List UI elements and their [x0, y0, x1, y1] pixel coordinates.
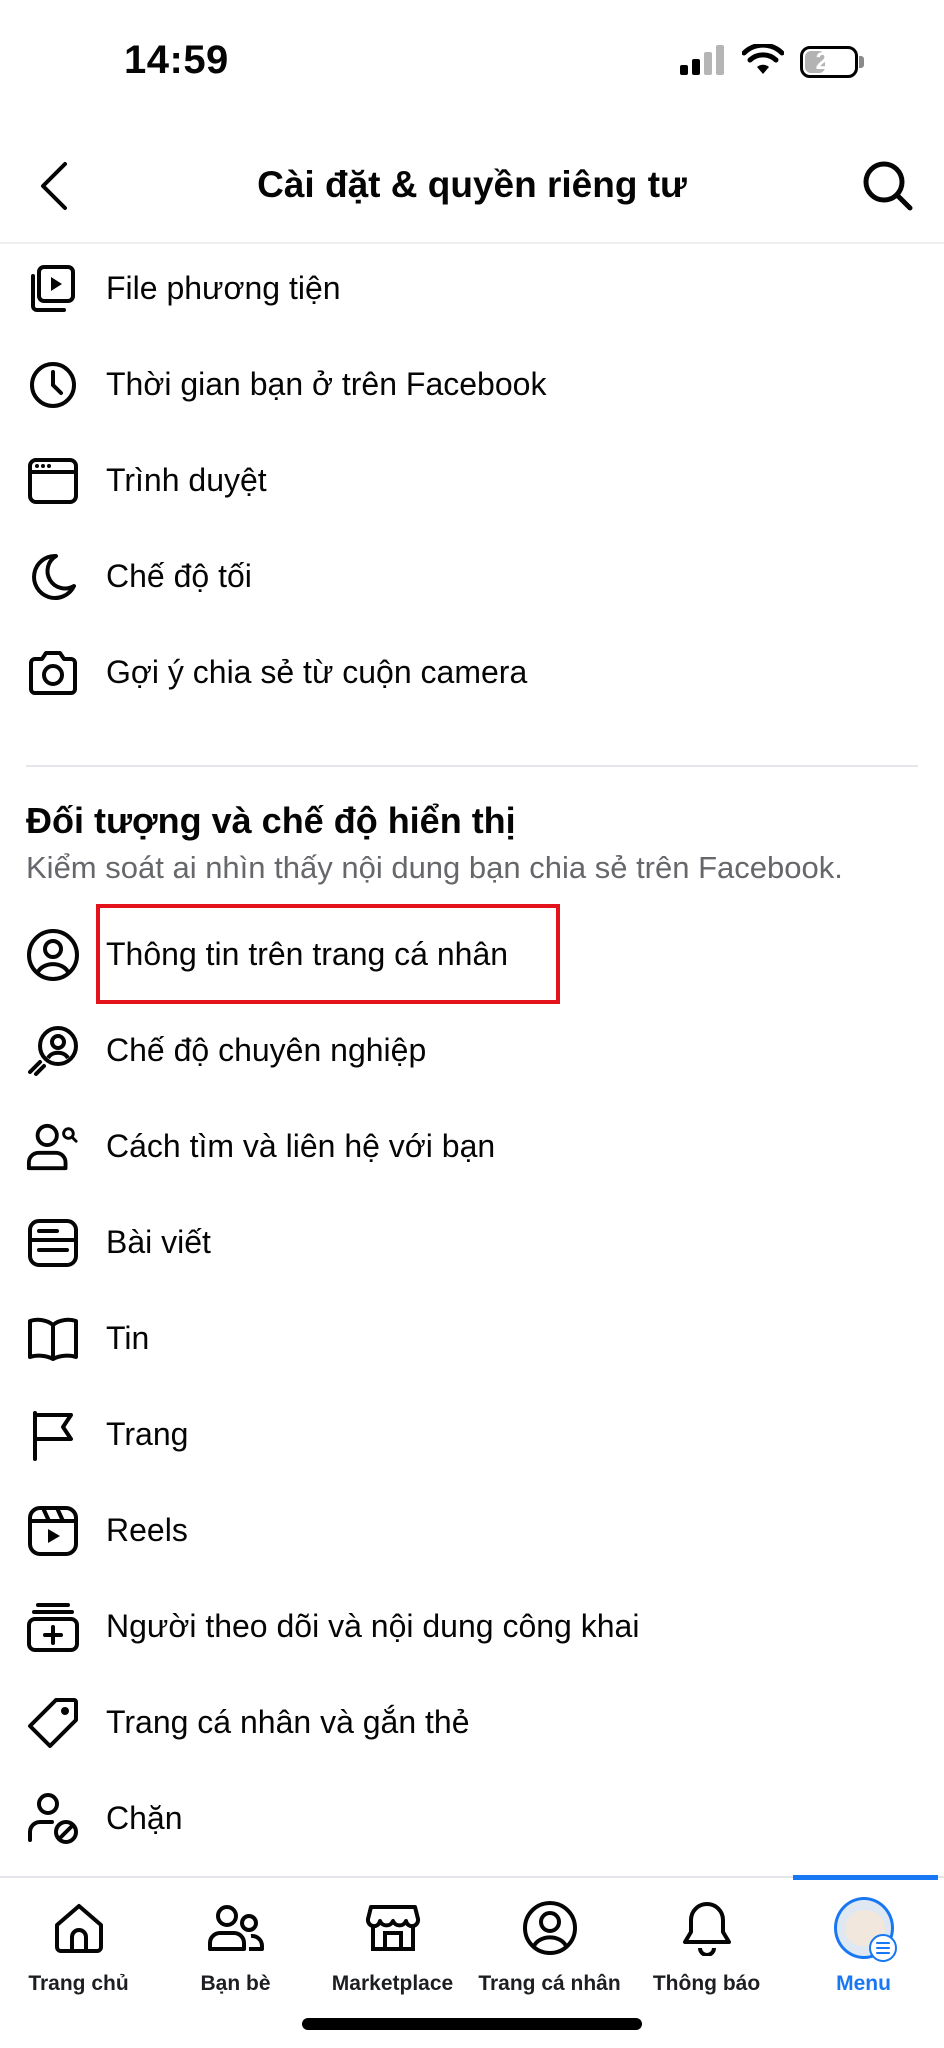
tab-notifications[interactable]: Thông báo	[628, 1878, 785, 2008]
settings-item-stories[interactable]: Tin	[0, 1290, 944, 1386]
book-icon	[26, 1312, 80, 1366]
browser-icon	[26, 454, 80, 508]
menu-badge-icon	[868, 1934, 897, 1962]
settings-item-label: Tin	[106, 1320, 150, 1356]
wifi-icon	[741, 42, 785, 81]
settings-item-pages[interactable]: Trang	[0, 1386, 944, 1482]
highlight-box	[96, 904, 560, 1004]
settings-item-label: Gợi ý chia sẻ từ cuộn camera	[106, 654, 528, 690]
settings-item-blocking[interactable]: Chặn	[0, 1770, 944, 1866]
moon-icon	[26, 550, 80, 604]
search-button[interactable]	[858, 158, 918, 218]
reels-icon	[26, 1504, 80, 1558]
section-title: Đối tượng và chế độ hiển thị	[26, 800, 516, 841]
settings-item-label: Người theo dõi và nội dung công khai	[106, 1608, 640, 1644]
avatar-menu-icon	[833, 1897, 897, 1962]
tab-label: Trang cá nhân	[478, 1972, 621, 1995]
settings-item-label: Trang	[106, 1416, 189, 1452]
home-indicator[interactable]	[302, 2018, 642, 2030]
post-icon	[26, 1216, 80, 1270]
tab-profile[interactable]: Trang cá nhân	[471, 1878, 628, 2008]
status-bar: 14:59 21	[0, 0, 944, 130]
tab-label: Bạn bè	[200, 1972, 271, 1995]
settings-item-label: Cách tìm và liên hệ với bạn	[106, 1128, 496, 1164]
settings-item-label: Chế độ chuyên nghiệp	[106, 1032, 427, 1068]
settings-item-label: File phương tiện	[106, 270, 341, 306]
tab-menu[interactable]: Menu	[785, 1878, 942, 2008]
settings-item-label: Bài viết	[106, 1224, 211, 1260]
page-title: Cài đặt & quyền riêng tư	[257, 164, 687, 205]
tab-label: Trang chủ	[28, 1972, 129, 1995]
settings-item-dark-mode[interactable]: Chế độ tối	[0, 528, 944, 624]
settings-item-label: Trang cá nhân và gắn thẻ	[106, 1704, 470, 1740]
settings-item-label: Thời gian bạn ở trên Facebook	[106, 366, 547, 402]
settings-item-label: Chặn	[106, 1800, 183, 1836]
settings-item-profile-tagging[interactable]: Trang cá nhân và gắn thẻ	[0, 1674, 944, 1770]
block-user-icon	[26, 1792, 80, 1846]
flag-icon	[26, 1408, 80, 1462]
tab-label: Menu	[836, 1972, 891, 1995]
settings-item-media[interactable]: File phương tiện	[0, 240, 944, 336]
tab-marketplace[interactable]: Marketplace	[314, 1878, 471, 2008]
section-divider	[26, 765, 918, 767]
tab-label: Thông báo	[652, 1972, 761, 1995]
battery-icon: 21	[800, 46, 864, 78]
settings-item-time-on-facebook[interactable]: Thời gian bạn ở trên Facebook	[0, 336, 944, 432]
professional-icon	[26, 1024, 80, 1078]
followers-icon	[26, 1600, 80, 1654]
settings-item-camera-roll[interactable]: Gợi ý chia sẻ từ cuộn camera	[0, 624, 944, 720]
settings-item-find-contact[interactable]: Cách tìm và liên hệ với bạn	[0, 1098, 944, 1194]
status-icons: 21	[680, 42, 864, 81]
tab-label: Marketplace	[331, 1972, 454, 1995]
settings-item-label: Reels	[106, 1512, 188, 1548]
avatar	[833, 1897, 897, 1962]
clock-icon	[26, 358, 80, 412]
friends-icon	[206, 1898, 266, 1958]
settings-item-posts[interactable]: Bài viết	[0, 1194, 944, 1290]
home-icon	[49, 1898, 109, 1958]
marketplace-icon	[363, 1898, 423, 1958]
profile-circle-icon	[26, 928, 80, 982]
status-time: 14:59	[124, 38, 229, 82]
settings-item-professional-mode[interactable]: Chế độ chuyên nghiệp	[0, 1002, 944, 1098]
battery-level: 21	[815, 48, 843, 75]
settings-item-reels[interactable]: Reels	[0, 1482, 944, 1578]
settings-item-followers[interactable]: Người theo dõi và nội dung công khai	[0, 1578, 944, 1674]
media-icon	[26, 262, 80, 316]
tab-home[interactable]: Trang chủ	[0, 1878, 157, 2008]
search-icon	[862, 160, 914, 217]
nav-header: Cài đặt & quyền riêng tư	[0, 130, 944, 244]
settings-item-label: Chế độ tối	[106, 558, 252, 594]
signal-icon	[680, 44, 726, 80]
tag-icon	[26, 1696, 80, 1750]
section-subtitle: Kiểm soát ai nhìn thấy nội dung bạn chia…	[26, 850, 843, 885]
camera-icon	[26, 646, 80, 700]
people-search-icon	[26, 1120, 80, 1174]
settings-item-browser[interactable]: Trình duyệt	[0, 432, 944, 528]
bell-icon	[677, 1898, 737, 1958]
tab-friends[interactable]: Bạn bè	[157, 1878, 314, 2008]
settings-item-label: Trình duyệt	[106, 462, 267, 498]
profile-icon	[520, 1898, 580, 1958]
